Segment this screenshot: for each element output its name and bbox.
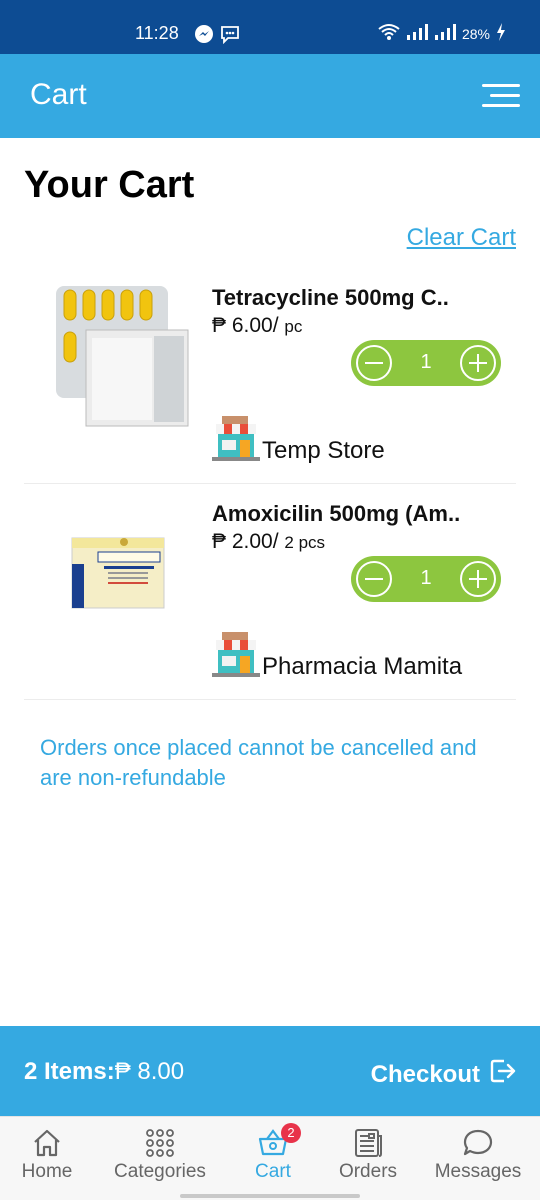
price-unit: pc xyxy=(284,317,303,336)
nav-item-cart[interactable]: 2 Cart xyxy=(218,1123,328,1183)
nav-item-orders[interactable]: Orders xyxy=(313,1127,423,1183)
chat-bubble-icon xyxy=(462,1127,494,1159)
store-info: Pharmacia Mamita xyxy=(212,630,462,683)
message-notification-icon xyxy=(220,24,240,49)
nav-label-home: Home xyxy=(21,1161,73,1182)
status-time: 11:28 xyxy=(135,23,179,43)
clear-cart-link[interactable]: Clear Cart xyxy=(407,224,516,252)
basket-icon: 2 xyxy=(257,1123,301,1159)
home-icon xyxy=(31,1127,63,1159)
items-count-label: 2 Items: xyxy=(24,1058,115,1085)
product-price: ₱ 2.00/ 2 pcs xyxy=(212,530,325,554)
nav-label-categories: Categories xyxy=(114,1161,206,1182)
wifi-icon xyxy=(378,23,400,44)
price-value: 2.00/ xyxy=(231,530,279,553)
total-amount: 8.00 xyxy=(137,1058,185,1085)
cart-badge: 2 xyxy=(281,1123,301,1143)
price-value: 6.00/ xyxy=(231,314,279,337)
bottom-nav: Home Categories 2 Cart Orders Messages xyxy=(0,1116,540,1200)
nav-label-orders: Orders xyxy=(338,1161,398,1182)
quantity-value: 1 xyxy=(420,351,432,373)
quantity-stepper: 1 xyxy=(351,556,501,602)
checkout-button[interactable]: Checkout xyxy=(371,1058,516,1091)
signal-icon-2 xyxy=(434,24,456,43)
status-right: 28% xyxy=(378,23,506,44)
decrease-quantity-button[interactable] xyxy=(356,345,392,381)
battery-percent: 28% xyxy=(461,25,490,42)
messenger-icon xyxy=(194,24,214,49)
increase-quantity-button[interactable] xyxy=(460,561,496,597)
product-name[interactable]: Tetracycline 500mg C.. xyxy=(212,285,449,311)
nav-item-categories[interactable]: Categories xyxy=(105,1127,215,1183)
refund-notice: Orders once placed cannot be cancelled a… xyxy=(40,735,477,790)
checkout-label: Checkout xyxy=(370,1060,480,1088)
app-bar-title: Cart xyxy=(30,78,87,111)
product-image xyxy=(54,498,190,646)
currency-symbol: ₱ xyxy=(212,314,227,337)
decrease-quantity-button[interactable] xyxy=(356,561,392,597)
app-bar: Cart xyxy=(0,54,540,138)
nav-item-messages[interactable]: Messages xyxy=(423,1127,533,1183)
quantity-stepper: 1 xyxy=(351,340,501,386)
home-indicator xyxy=(180,1194,360,1198)
store-icon xyxy=(212,414,260,467)
nav-item-home[interactable]: Home xyxy=(0,1127,102,1183)
quantity-value: 1 xyxy=(420,567,432,589)
total-currency: ₱ xyxy=(114,1058,131,1085)
store-info: Temp Store xyxy=(212,414,385,467)
price-unit: 2 pcs xyxy=(284,533,326,552)
grid-dots-icon xyxy=(144,1127,176,1159)
cart-item: Tetracycline 500mg C.. ₱ 6.00/ pc 1 Temp… xyxy=(24,268,516,484)
nav-label-messages: Messages xyxy=(434,1161,522,1182)
charging-icon xyxy=(496,23,506,44)
status-bar: 11:28 28% xyxy=(0,0,540,54)
currency-symbol: ₱ xyxy=(212,530,227,553)
nav-label-cart: Cart xyxy=(255,1161,291,1182)
product-name[interactable]: Amoxicilin 500mg (Am.. xyxy=(212,501,460,527)
page-title: Your Cart xyxy=(24,164,195,206)
checkout-bar: 2 Items:₱ 8.00 Checkout xyxy=(0,1026,540,1116)
store-icon xyxy=(212,630,260,683)
cart-item: Amoxicilin 500mg (Am.. ₱ 2.00/ 2 pcs 1 P… xyxy=(24,484,516,700)
product-price: ₱ 6.00/ pc xyxy=(212,314,302,338)
signal-icon xyxy=(406,24,428,43)
exit-arrow-icon xyxy=(490,1058,516,1091)
document-list-icon xyxy=(352,1127,384,1159)
increase-quantity-button[interactable] xyxy=(460,345,496,381)
product-image xyxy=(54,282,190,430)
store-name[interactable]: Temp Store xyxy=(262,437,385,467)
store-name[interactable]: Pharmacia Mamita xyxy=(262,653,462,683)
hamburger-menu-icon[interactable] xyxy=(482,84,520,108)
cart-summary: 2 Items:₱ 8.00 xyxy=(24,1058,184,1086)
